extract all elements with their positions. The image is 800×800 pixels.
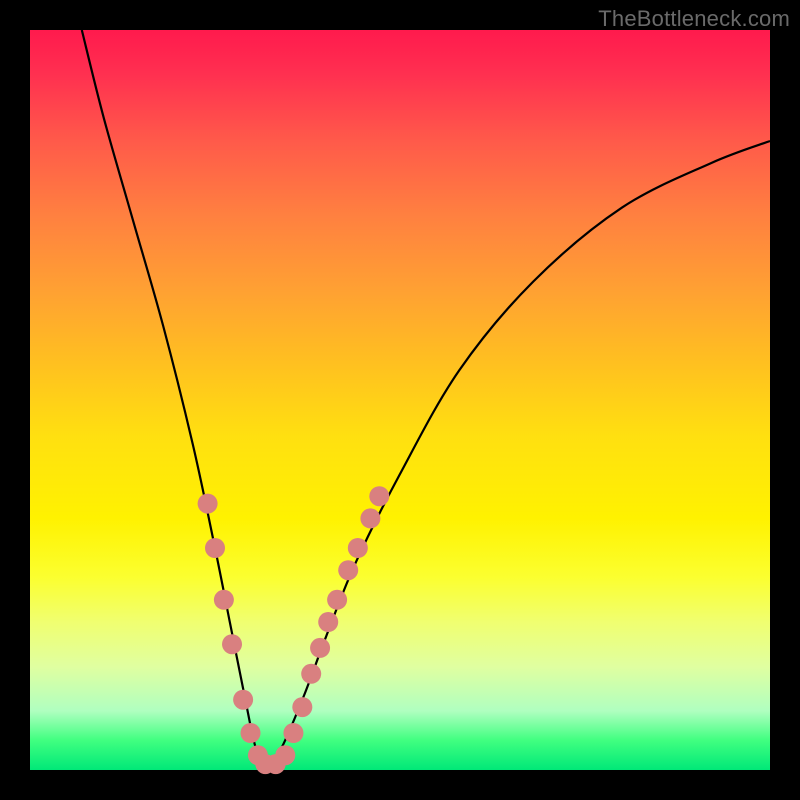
highlight-dot xyxy=(360,508,380,528)
highlight-dot xyxy=(275,745,295,765)
highlight-dot xyxy=(283,723,303,743)
highlight-dot xyxy=(327,590,347,610)
highlight-dot xyxy=(318,612,338,632)
highlight-dot xyxy=(310,638,330,658)
bottleneck-curve xyxy=(82,30,770,770)
highlight-dot xyxy=(369,486,389,506)
plot-area xyxy=(30,30,770,770)
chart-container: TheBottleneck.com xyxy=(0,0,800,800)
highlight-dot xyxy=(214,590,234,610)
highlight-dot xyxy=(348,538,368,558)
highlight-dot xyxy=(198,494,218,514)
highlight-dot xyxy=(292,697,312,717)
highlight-dots xyxy=(198,486,390,774)
watermark-text: TheBottleneck.com xyxy=(598,6,790,32)
chart-svg xyxy=(30,30,770,770)
highlight-dot xyxy=(338,560,358,580)
highlight-dot xyxy=(222,634,242,654)
highlight-dot xyxy=(241,723,261,743)
highlight-dot xyxy=(233,690,253,710)
highlight-dot xyxy=(301,664,321,684)
highlight-dot xyxy=(205,538,225,558)
